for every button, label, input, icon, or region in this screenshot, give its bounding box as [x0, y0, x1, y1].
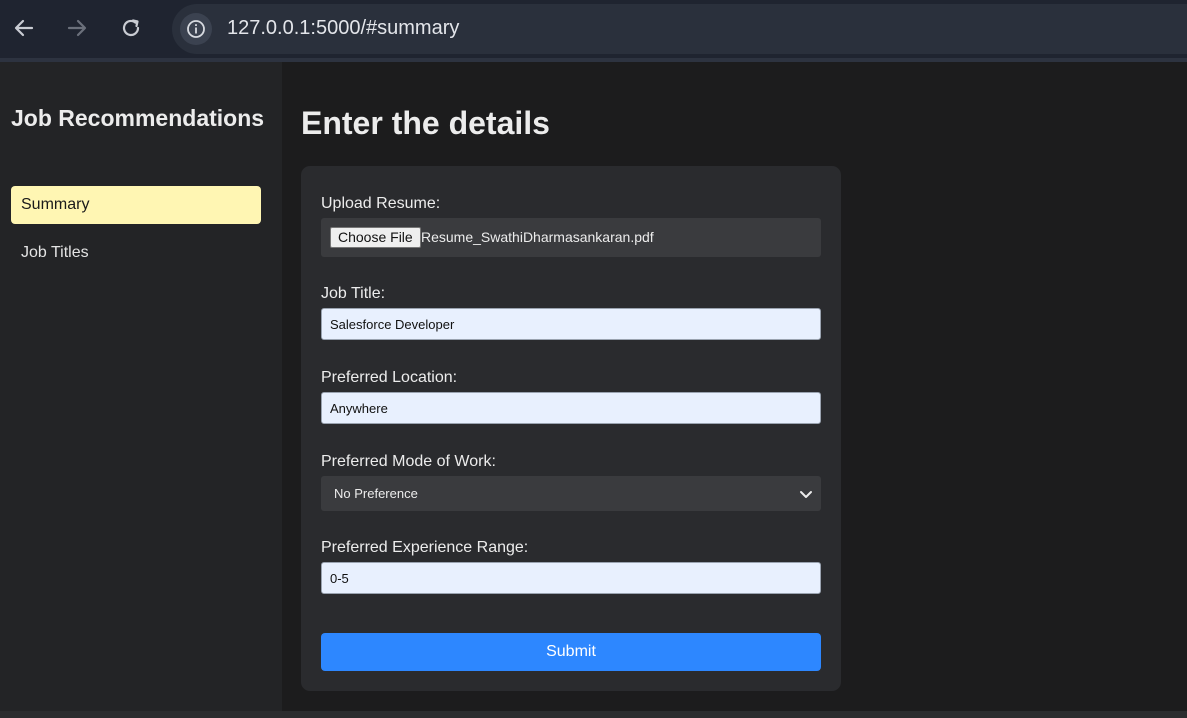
mode-select[interactable]: No Preference	[321, 476, 821, 511]
bottom-edge	[0, 711, 1187, 718]
experience-label: Preferred Experience Range:	[321, 539, 529, 556]
choose-file-button[interactable]: Choose File	[330, 227, 421, 248]
url-text[interactable]: 127.0.0.1:5000/#summary	[227, 17, 459, 40]
mode-select-value: No Preference	[334, 486, 418, 501]
forward-button[interactable]	[61, 10, 93, 46]
site-info-button[interactable]	[180, 13, 212, 45]
back-button[interactable]	[8, 10, 40, 46]
page-title: Enter the details	[301, 105, 550, 141]
experience-input[interactable]	[321, 562, 821, 594]
resume-file-input[interactable]: Choose File Resume_SwathiDharmasankaran.…	[321, 218, 821, 257]
reload-button[interactable]	[115, 10, 147, 46]
chevron-down-icon	[800, 491, 812, 498]
location-input[interactable]	[321, 392, 821, 424]
job-title-input[interactable]	[321, 308, 821, 340]
location-label: Preferred Location:	[321, 369, 458, 386]
address-bar[interactable]: 127.0.0.1:5000/#summary	[172, 4, 1187, 54]
forward-arrow-icon	[67, 19, 87, 37]
selected-file-name: Resume_SwathiDharmasankaran.pdf	[421, 229, 654, 245]
browser-toolbar: 127.0.0.1:5000/#summary	[0, 0, 1187, 62]
info-icon	[187, 20, 205, 38]
submit-button[interactable]: Submit	[321, 633, 821, 671]
sidebar-title: Job Recommendations	[11, 105, 265, 131]
sidebar-item-summary[interactable]: Summary	[11, 186, 261, 224]
sidebar: Job Recommendations Summary Job Titles	[0, 62, 282, 711]
sidebar-item-job-titles[interactable]: Job Titles	[11, 234, 261, 272]
job-title-label: Job Title:	[321, 285, 386, 302]
back-arrow-icon	[14, 19, 34, 37]
reload-icon	[122, 19, 140, 37]
mode-label: Preferred Mode of Work:	[321, 453, 496, 470]
resume-label: Upload Resume:	[321, 195, 441, 212]
details-form: Upload Resume: Choose File Resume_Swathi…	[301, 166, 841, 691]
